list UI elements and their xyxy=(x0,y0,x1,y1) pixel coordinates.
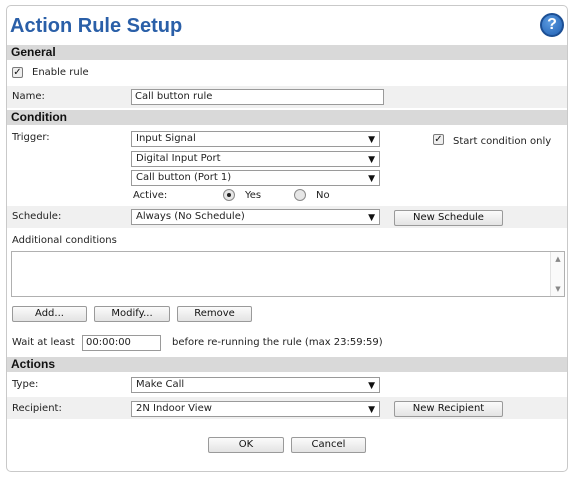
new-schedule-button[interactable]: New Schedule xyxy=(394,210,503,226)
chevron-down-icon: ▼ xyxy=(368,381,375,391)
trigger-port-select[interactable]: Call button (Port 1) ▼ xyxy=(131,170,380,186)
start-condition-only-checkbox[interactable]: ✓ xyxy=(433,134,444,145)
cancel-button[interactable]: Cancel xyxy=(291,437,366,453)
name-label: Name: xyxy=(12,91,45,102)
active-label: Active: xyxy=(133,190,168,201)
active-no-radio[interactable] xyxy=(294,189,306,201)
page-title: Action Rule Setup xyxy=(10,15,183,37)
schedule-label: Schedule: xyxy=(12,211,62,222)
recipient-select[interactable]: 2N Indoor View ▼ xyxy=(131,401,380,417)
rule-name-input[interactable]: Call button rule xyxy=(131,89,384,105)
new-recipient-button[interactable]: New Recipient xyxy=(394,401,503,417)
wait-time-input[interactable]: 00:00:00 xyxy=(82,335,161,351)
additional-conditions-scrollbar[interactable]: ▲ ▼ xyxy=(550,252,564,296)
chevron-down-icon: ▼ xyxy=(368,405,375,415)
active-yes-label: Yes xyxy=(245,190,262,201)
section-condition-header: Condition xyxy=(7,110,567,125)
add-condition-button[interactable]: Add... xyxy=(12,306,87,322)
scroll-up-icon[interactable]: ▲ xyxy=(551,255,565,263)
chevron-down-icon: ▼ xyxy=(368,155,375,165)
recipient-value: 2N Indoor View xyxy=(136,403,212,414)
enable-rule-checkbox[interactable]: ✓ xyxy=(12,67,23,78)
scroll-down-icon[interactable]: ▼ xyxy=(551,285,565,293)
additional-conditions-list[interactable]: ▲ ▼ xyxy=(11,251,565,297)
start-condition-only-label: Start condition only xyxy=(453,136,552,147)
trigger-port-value: Call button (Port 1) xyxy=(136,172,232,183)
active-no-label: No xyxy=(316,190,330,201)
section-general-header: General xyxy=(7,45,567,60)
type-label: Type: xyxy=(12,379,39,390)
active-yes-radio[interactable] xyxy=(223,189,235,201)
schedule-select[interactable]: Always (No Schedule) ▼ xyxy=(131,209,380,225)
trigger-port-type-value: Digital Input Port xyxy=(136,153,221,164)
chevron-down-icon: ▼ xyxy=(368,174,375,184)
chevron-down-icon: ▼ xyxy=(368,135,375,145)
enable-rule-label: Enable rule xyxy=(32,67,89,78)
remove-condition-button[interactable]: Remove xyxy=(177,306,252,322)
action-type-select[interactable]: Make Call ▼ xyxy=(131,377,380,393)
schedule-value: Always (No Schedule) xyxy=(136,211,245,222)
chevron-down-icon: ▼ xyxy=(368,213,375,223)
modify-condition-button[interactable]: Modify... xyxy=(94,306,170,322)
help-icon[interactable]: ? xyxy=(540,13,564,37)
trigger-signal-value: Input Signal xyxy=(136,133,196,144)
section-actions-header: Actions xyxy=(7,357,567,372)
trigger-signal-select[interactable]: Input Signal ▼ xyxy=(131,131,380,147)
action-type-value: Make Call xyxy=(136,379,185,390)
wait-suffix-label: before re-running the rule (max 23:59:59… xyxy=(172,337,383,348)
additional-conditions-label: Additional conditions xyxy=(12,235,117,246)
recipient-label: Recipient: xyxy=(12,403,62,414)
wait-at-least-label: Wait at least xyxy=(12,337,75,348)
trigger-port-type-select[interactable]: Digital Input Port ▼ xyxy=(131,151,380,167)
ok-button[interactable]: OK xyxy=(208,437,284,453)
trigger-label: Trigger: xyxy=(12,132,50,143)
